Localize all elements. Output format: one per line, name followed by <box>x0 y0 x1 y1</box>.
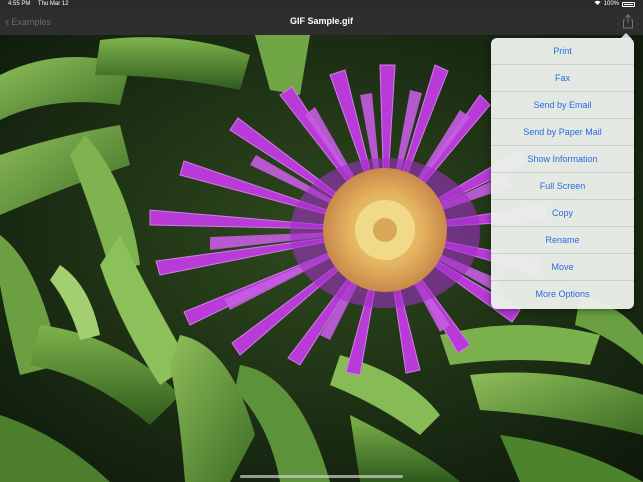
menu-item-send-by-email[interactable]: Send by Email <box>491 92 634 119</box>
menu-item-move[interactable]: Move <box>491 254 634 281</box>
status-date: Thu Mar 12 <box>37 1 69 7</box>
menu-item-print[interactable]: Print <box>491 38 634 65</box>
home-indicator[interactable] <box>240 475 403 478</box>
status-left: 4:55 PM Thu Mar 12 <box>8 0 75 9</box>
share-icon <box>623 14 633 29</box>
status-time: 4:55 PM <box>8 1 31 7</box>
menu-item-show-information[interactable]: Show Information <box>491 146 634 173</box>
battery-percent: 100% <box>603 1 619 7</box>
menu-item-more-options[interactable]: More Options <box>491 281 634 308</box>
wifi-icon <box>594 0 601 9</box>
battery-icon <box>622 2 635 7</box>
status-bar: 4:55 PM Thu Mar 12 100% <box>0 0 643 9</box>
menu-item-copy[interactable]: Copy <box>491 200 634 227</box>
menu-item-send-by-paper-mail[interactable]: Send by Paper Mail <box>491 119 634 146</box>
menu-item-rename[interactable]: Rename <box>491 227 634 254</box>
share-menu-popover: Print Fax Send by Email Send by Paper Ma… <box>491 38 634 309</box>
page-title: GIF Sample.gif <box>289 16 353 26</box>
status-right: 100% <box>594 0 635 9</box>
navigation-bar: ‹ Examples GIF Sample.gif <box>0 9 643 35</box>
menu-item-full-screen[interactable]: Full Screen <box>491 173 634 200</box>
share-button[interactable] <box>621 14 635 29</box>
menu-item-fax[interactable]: Fax <box>491 65 634 92</box>
screen: 4:55 PM Thu Mar 12 100% ‹ Examples GIF S… <box>0 0 643 482</box>
